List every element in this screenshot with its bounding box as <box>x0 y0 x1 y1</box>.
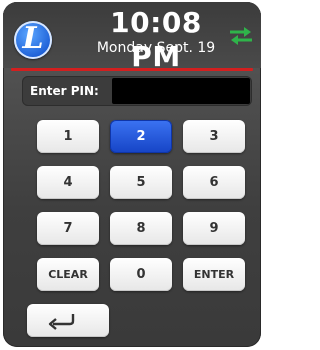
header-bar: L 10:08 PM Monday Sept. 19 <box>3 2 261 73</box>
key-8[interactable]: 8 <box>110 212 172 245</box>
enter-button[interactable]: ENTER <box>183 258 245 291</box>
key-7[interactable]: 7 <box>37 212 99 245</box>
key-3[interactable]: 3 <box>183 120 245 153</box>
return-arrow-icon <box>48 314 75 330</box>
key-0[interactable]: 0 <box>110 258 172 291</box>
pin-label: Enter PIN: <box>30 84 99 98</box>
pin-entry-panel: L 10:08 PM Monday Sept. 19 Enter PIN: 1 … <box>3 2 261 347</box>
key-5[interactable]: 5 <box>110 166 172 199</box>
pin-input[interactable] <box>112 78 250 104</box>
key-1[interactable]: 1 <box>37 120 99 153</box>
key-4[interactable]: 4 <box>37 166 99 199</box>
key-9[interactable]: 9 <box>183 212 245 245</box>
key-6[interactable]: 6 <box>183 166 245 199</box>
sync-arrows-icon[interactable] <box>228 26 254 46</box>
clock-date: Monday Sept. 19 <box>96 40 216 56</box>
pin-entry-row: Enter PIN: <box>22 76 252 106</box>
header-divider <box>11 68 253 71</box>
clear-button[interactable]: CLEAR <box>37 258 99 291</box>
back-button[interactable] <box>27 304 109 337</box>
app-logo: L <box>14 21 52 59</box>
key-2[interactable]: 2 <box>110 120 172 153</box>
